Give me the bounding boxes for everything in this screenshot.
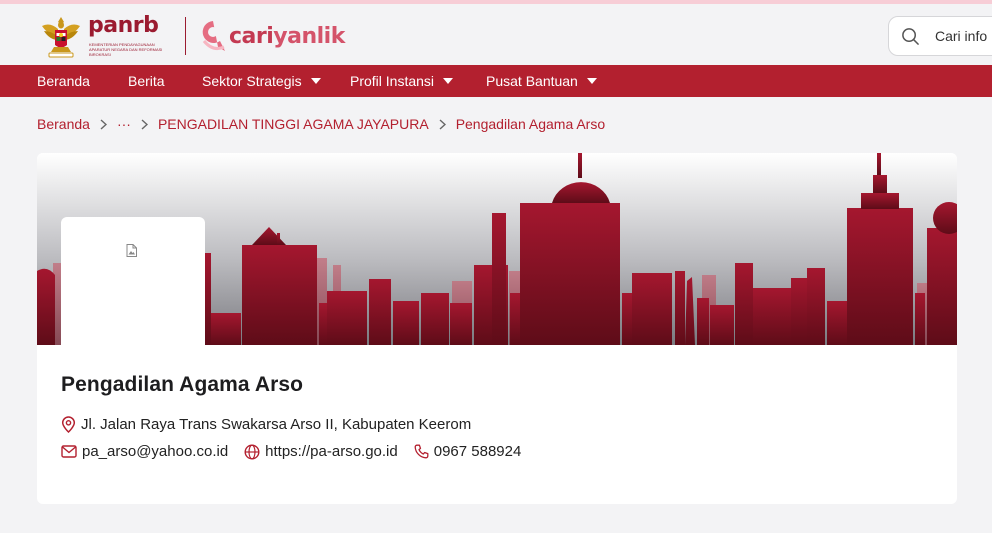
chevron-right-icon <box>141 118 148 130</box>
search-icon <box>901 27 920 46</box>
search-input[interactable] <box>935 28 992 44</box>
nav-beranda[interactable]: Beranda <box>37 65 90 97</box>
nav-label: Pusat Bantuan <box>486 73 578 89</box>
breadcrumb-parent[interactable]: PENGADILAN TINGGI AGAMA JAYAPURA <box>158 116 429 132</box>
chevron-down-icon <box>443 78 454 84</box>
nav-berita[interactable]: Berita <box>128 65 165 97</box>
site-header: panrb KEMENTERIAN PENDAYAGUNAAN APARATUR… <box>0 4 992 65</box>
breadcrumb-ellipsis[interactable]: ··· <box>117 116 131 132</box>
logo-divider <box>185 17 186 55</box>
chevron-right-icon <box>100 118 107 130</box>
panrb-subtitle: KEMENTERIAN PENDAYAGUNAAN APARATUR NEGAR… <box>89 42 163 57</box>
nav-sektor-strategis[interactable]: Sektor Strategis <box>202 65 321 97</box>
search-box[interactable] <box>888 16 992 56</box>
breadcrumb-home[interactable]: Beranda <box>37 116 90 132</box>
chevron-right-icon <box>439 118 446 130</box>
cariyanlik-logo-icon <box>202 21 225 51</box>
panrb-logo[interactable]: panrb KEMENTERIAN PENDAYAGUNAAN APARATUR… <box>40 13 164 60</box>
chevron-down-icon <box>586 78 597 84</box>
cariyanlik-wordmark: cariyanlik <box>229 24 345 49</box>
email-group: pa_arso@yahoo.co.id <box>61 443 228 460</box>
institution-name: Pengadilan Agama Arso <box>61 373 304 396</box>
institution-logo-placeholder <box>61 217 205 345</box>
contact-row: pa_arso@yahoo.co.id https://pa-arso.go.i… <box>61 443 537 460</box>
globe-icon <box>244 443 260 460</box>
garuda-emblem-icon <box>42 17 80 58</box>
map-pin-icon <box>61 416 76 433</box>
cariyanlik-logo[interactable]: cariyanlik <box>200 18 345 54</box>
nav-label: Berita <box>128 73 165 89</box>
panrb-wordmark: panrb <box>88 13 159 38</box>
phone-icon <box>414 444 429 459</box>
nav-label: Sektor Strategis <box>202 73 302 89</box>
breadcrumb-current: Pengadilan Agama Arso <box>455 116 606 132</box>
cariyanlik-word-yanlik: yanlik <box>273 23 345 49</box>
phone-group: 0967 588924 <box>414 443 522 460</box>
address-row: Jl. Jalan Raya Trans Swakarsa Arso II, K… <box>61 416 471 433</box>
cariyanlik-word-cari: cari <box>229 23 274 49</box>
main-nav: Beranda Berita Sektor Strategis Profil I… <box>0 65 992 97</box>
institution-website[interactable]: https://pa-arso.go.id <box>265 443 398 460</box>
nav-label: Profil Instansi <box>350 73 435 89</box>
institution-card: Pengadilan Agama Arso Jl. Jalan Raya Tra… <box>37 153 957 504</box>
institution-phone[interactable]: 0967 588924 <box>434 443 522 460</box>
nav-pusat-bantuan[interactable]: Pusat Bantuan <box>486 65 597 97</box>
website-group: https://pa-arso.go.id <box>244 443 398 460</box>
chevron-down-icon <box>310 78 321 84</box>
broken-image-icon <box>126 244 137 257</box>
institution-email[interactable]: pa_arso@yahoo.co.id <box>82 443 228 460</box>
breadcrumb: Beranda ··· PENGADILAN TINGGI AGAMA JAYA… <box>37 115 605 133</box>
mail-icon <box>61 445 77 458</box>
institution-address: Jl. Jalan Raya Trans Swakarsa Arso II, K… <box>81 416 472 433</box>
nav-profil-instansi[interactable]: Profil Instansi <box>350 65 454 97</box>
nav-label: Beranda <box>37 73 90 89</box>
